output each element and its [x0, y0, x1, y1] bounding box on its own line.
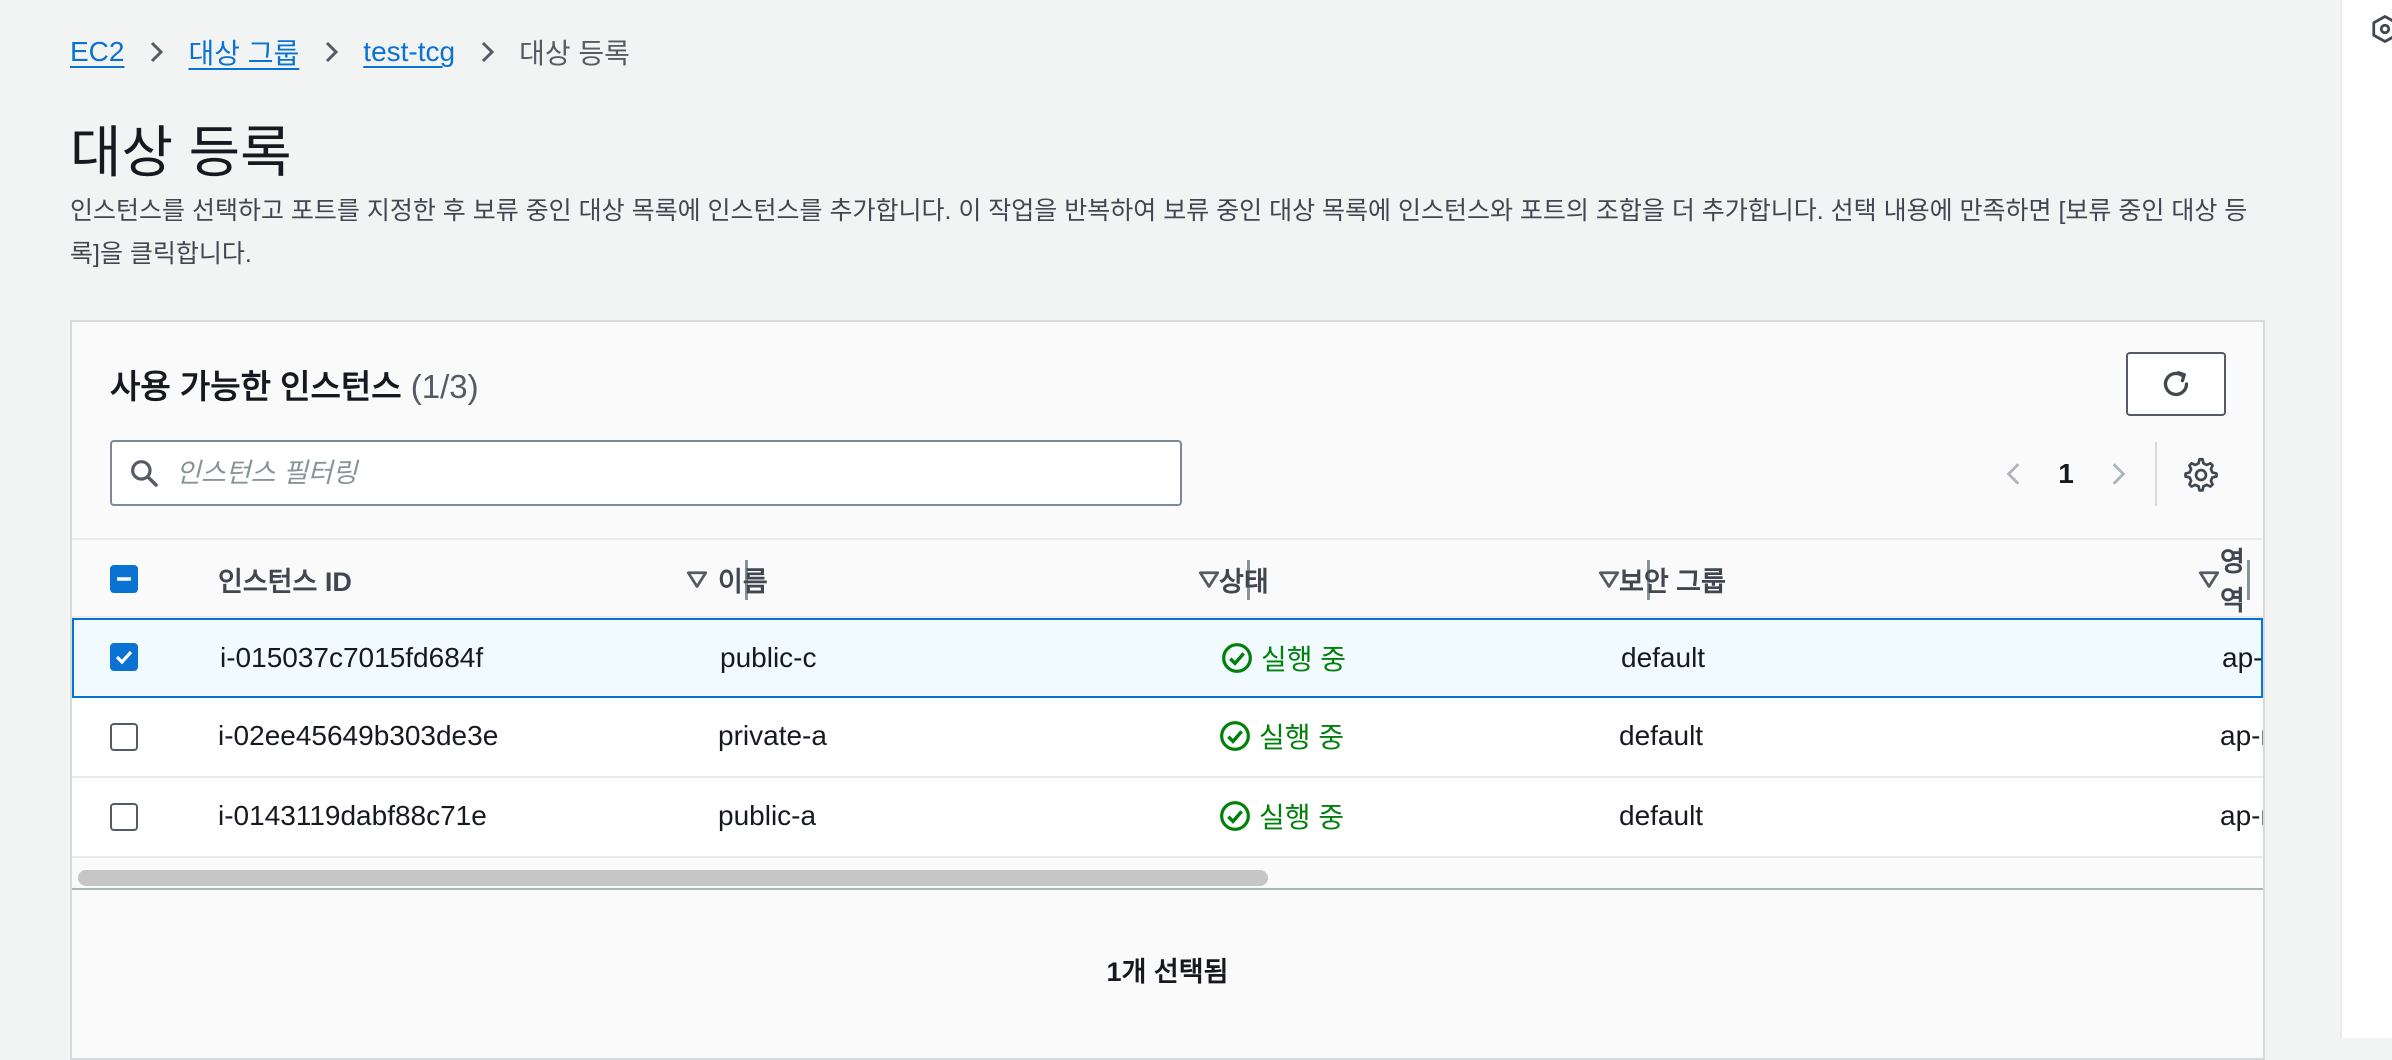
panel-title-text: 사용 가능한 인스턴스 — [110, 368, 402, 405]
cell-zone: ap-n — [2220, 800, 2263, 831]
cell-zone: ap-n — [2222, 642, 2263, 673]
cell-instance-id: i-02ee45649b303de3e — [218, 720, 499, 751]
instances-table: 인스턴스 ID 이름 상태 보안 그룹 영역 i-015037c7015fd68… — [72, 538, 2263, 884]
column-header-instance-id[interactable]: 인스턴스 ID — [218, 540, 352, 618]
table-row[interactable]: i-0143119dabf88c71e public-a 실행 중 defaul… — [72, 778, 2263, 858]
select-all-checkbox[interactable] — [110, 565, 138, 593]
side-panel-icon[interactable] — [2370, 14, 2392, 44]
panel-count: (1/3) — [410, 368, 479, 405]
cell-zone: ap-n — [2220, 720, 2263, 751]
cell-name: public-c — [720, 642, 817, 673]
pagination-divider — [2155, 442, 2157, 506]
state-text: 실행 중 — [1259, 802, 1345, 833]
column-header-state[interactable]: 상태 — [1219, 540, 1269, 618]
breadcrumb-target-groups[interactable]: 대상 그룹 — [188, 32, 299, 72]
row-checkbox[interactable] — [110, 803, 138, 831]
panel-title: 사용 가능한 인스턴스 (1/3) — [110, 360, 479, 408]
column-header-name[interactable]: 이름 — [718, 540, 768, 618]
page-number[interactable]: 1 — [2036, 458, 2096, 490]
chevron-right-icon — [2112, 463, 2126, 485]
check-circle-icon — [1222, 643, 1252, 673]
gear-icon — [2184, 457, 2218, 492]
search-icon — [131, 460, 158, 487]
scrollbar-thumb[interactable] — [78, 870, 1268, 886]
selected-count: 1개 선택됨 — [1106, 957, 1229, 987]
check-circle-icon — [1220, 801, 1250, 831]
column-header-security-group[interactable]: 보안 그룹 — [1619, 540, 1726, 618]
row-checkbox[interactable] — [110, 643, 138, 671]
state-text: 실행 중 — [1261, 644, 1347, 675]
previous-page-button[interactable] — [1992, 452, 2036, 496]
cell-name: private-a — [718, 720, 827, 751]
cell-name: public-a — [718, 800, 817, 831]
instance-filter — [110, 440, 1182, 506]
cell-instance-id: i-0143119dabf88c71e — [218, 800, 487, 831]
side-rail — [2340, 0, 2392, 1038]
cell-security-group: default — [1619, 800, 1704, 831]
pagination: 1 — [1992, 444, 2140, 504]
cell-state: 실행 중 — [1219, 778, 1344, 854]
instance-filter-input[interactable] — [174, 456, 1138, 490]
chevron-right-icon — [134, 30, 178, 74]
check-circle-icon — [1220, 721, 1250, 751]
cell-instance-id: i-015037c7015fd684f — [220, 642, 484, 673]
breadcrumb-ec2[interactable]: EC2 — [70, 36, 124, 68]
table-row[interactable]: i-015037c7015fd684f public-c 실행 중 defaul… — [72, 618, 2263, 698]
chevron-right-icon — [309, 30, 353, 74]
refresh-icon — [2163, 371, 2189, 397]
preferences-button[interactable] — [2178, 452, 2224, 498]
cell-state: 실행 중 — [1219, 698, 1344, 774]
next-page-button[interactable] — [2096, 452, 2140, 496]
state-text: 실행 중 — [1259, 722, 1345, 753]
cell-security-group: default — [1619, 720, 1704, 751]
page-title: 대상 등록 — [70, 121, 292, 184]
breadcrumb-test-tcg[interactable]: test-tcg — [363, 36, 455, 68]
check-icon — [115, 650, 133, 665]
table-row[interactable]: i-02ee45649b303de3e private-a 실행 중 defau… — [72, 698, 2263, 778]
table-header: 인스턴스 ID 이름 상태 보안 그룹 영역 — [72, 538, 2263, 618]
indeterminate-icon — [117, 577, 131, 581]
chevron-left-icon — [2006, 463, 2020, 485]
breadcrumb-current: 대상 등록 — [519, 38, 630, 69]
horizontal-scrollbar[interactable] — [72, 864, 2263, 890]
available-instances-panel: 사용 가능한 인스턴스 (1/3) 1 — [70, 320, 2265, 1060]
cell-security-group: default — [1621, 642, 1706, 673]
cell-state: 실행 중 — [1221, 620, 1346, 696]
sort-down-icon[interactable] — [682, 564, 712, 594]
column-header-zone[interactable]: 영역 — [2220, 540, 2263, 618]
row-checkbox[interactable] — [110, 723, 138, 751]
breadcrumb: EC2 대상 그룹 test-tcg 대상 등록 — [70, 30, 630, 74]
chevron-right-icon — [465, 30, 509, 74]
page-description: 인스턴스를 선택하고 포트를 지정한 후 보류 중인 대상 목록에 인스턴스를 … — [70, 197, 2248, 268]
refresh-button[interactable] — [2126, 352, 2226, 416]
